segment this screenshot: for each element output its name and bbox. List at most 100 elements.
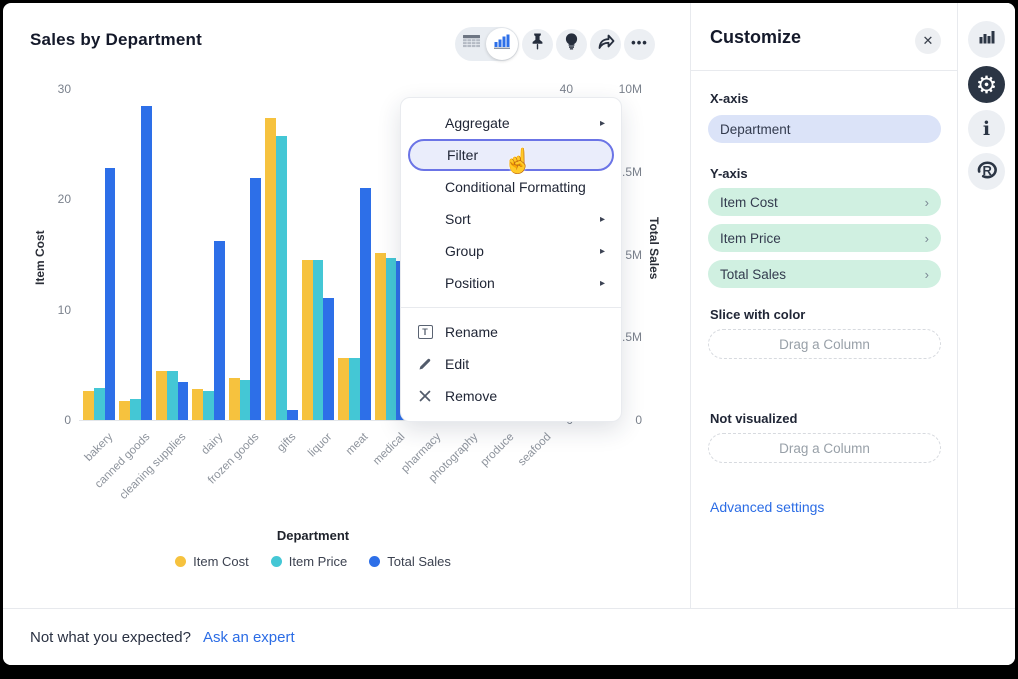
- legend-item-total-sales[interactable]: Total Sales: [369, 554, 451, 569]
- submenu-arrow-icon: ▸: [600, 118, 605, 129]
- bar-item-price-liquor[interactable]: [313, 260, 324, 420]
- pin-button[interactable]: [522, 29, 553, 60]
- chevron-right-icon: ›: [925, 267, 929, 282]
- bar-total-sales-cleaning-supplies[interactable]: [178, 382, 189, 420]
- bar-total-sales-bakery[interactable]: [105, 168, 116, 420]
- bar-item-price-gifts[interactable]: [276, 136, 287, 420]
- footer-question: Not what you expected?: [30, 629, 191, 646]
- chart-title: Sales by Department: [30, 30, 202, 50]
- right-icon-rail: ⚙ i R: [958, 3, 1015, 608]
- bar-total-sales-canned-goods[interactable]: [141, 106, 152, 420]
- bar-chart-icon: [979, 30, 995, 49]
- legend-label: Item Cost: [193, 554, 249, 569]
- bar-item-cost-cleaning-supplies[interactable]: [156, 371, 167, 420]
- slice-drop-zone[interactable]: Drag a Column: [708, 329, 941, 359]
- menu-item-edit[interactable]: Edit: [401, 348, 621, 380]
- right-axis-tick: 10M: [596, 82, 642, 96]
- slice-with-color-label: Slice with color: [710, 307, 805, 322]
- bar-total-sales-liquor[interactable]: [323, 298, 334, 420]
- chevron-right-icon: ›: [925, 195, 929, 210]
- bar-item-cost-frozen-goods[interactable]: [229, 378, 240, 420]
- bar-chart-icon: [494, 34, 511, 54]
- bar-total-sales-gifts[interactable]: [287, 410, 298, 420]
- bar-total-sales-frozen-goods[interactable]: [250, 178, 261, 420]
- customize-panel: Customize ✕ X-axis Department Y-axis Ite…: [691, 3, 957, 608]
- settings-rail-button[interactable]: ⚙: [968, 66, 1005, 103]
- svg-text:R: R: [982, 163, 992, 178]
- submenu-arrow-icon: ▸: [600, 278, 605, 289]
- edit-icon: [417, 356, 433, 372]
- share-arrow-icon: [597, 33, 615, 55]
- submenu-arrow-icon: ▸: [600, 214, 605, 225]
- chart-view-button[interactable]: [486, 28, 518, 60]
- menu-item-position[interactable]: Position▸: [401, 267, 621, 299]
- r-logo-icon: R: [976, 159, 998, 184]
- x-axis-title: Department: [163, 528, 463, 543]
- close-panel-button[interactable]: ✕: [915, 28, 941, 54]
- info-rail-button[interactable]: i: [968, 110, 1005, 147]
- legend-label: Item Price: [289, 554, 348, 569]
- insights-button[interactable]: [556, 29, 587, 60]
- app-window: Sales by Department: [3, 3, 1015, 665]
- table-icon: [463, 35, 480, 54]
- y-axis-field-item-price[interactable]: Item Price›: [708, 224, 941, 252]
- bar-total-sales-dairy[interactable]: [214, 241, 225, 420]
- bar-item-price-frozen-goods[interactable]: [240, 380, 251, 420]
- submenu-arrow-icon: ▸: [600, 246, 605, 257]
- y-axis-section-label: Y-axis: [710, 166, 748, 181]
- bar-item-cost-gifts[interactable]: [265, 118, 276, 420]
- table-view-button[interactable]: [455, 27, 487, 61]
- menu-item-group[interactable]: Group▸: [401, 235, 621, 267]
- legend-item-item-cost[interactable]: Item Cost: [175, 554, 249, 569]
- share-button[interactable]: [590, 29, 621, 60]
- bar-item-cost-liquor[interactable]: [302, 260, 313, 420]
- y-axis-field-total-sales[interactable]: Total Sales›: [708, 260, 941, 288]
- legend-item-item-price[interactable]: Item Price: [271, 554, 348, 569]
- menu-item-remove[interactable]: Remove: [401, 380, 621, 412]
- close-icon: ✕: [923, 33, 934, 49]
- bar-item-cost-canned-goods[interactable]: [119, 401, 130, 420]
- left-axis-tick: 20: [25, 192, 71, 206]
- panel-header-divider: [691, 70, 957, 71]
- bar-item-price-bakery[interactable]: [94, 388, 105, 420]
- bar-item-price-meat[interactable]: [349, 358, 360, 420]
- bar-item-price-cleaning-supplies[interactable]: [167, 371, 178, 420]
- legend-dot: [369, 556, 380, 567]
- menu-item-sort[interactable]: Sort▸: [401, 203, 621, 235]
- bar-item-cost-dairy[interactable]: [192, 389, 203, 420]
- chart-rail-button[interactable]: [968, 21, 1005, 58]
- not-visualized-label: Not visualized: [710, 411, 797, 426]
- left-axis-tick: 0: [25, 413, 71, 427]
- bar-item-price-medical[interactable]: [386, 258, 397, 420]
- bar-item-cost-meat[interactable]: [338, 358, 349, 420]
- right-axis-title: Total Sales: [647, 193, 661, 303]
- panel-title: Customize: [710, 27, 801, 48]
- ask-an-expert-link[interactable]: Ask an expert: [203, 629, 295, 646]
- more-options-button[interactable]: •••: [624, 29, 655, 60]
- r-logo-rail-button[interactable]: R: [968, 153, 1005, 190]
- x-axis-section-label: X-axis: [710, 91, 748, 106]
- menu-item-rename[interactable]: TRename: [401, 316, 621, 348]
- bar-item-cost-medical[interactable]: [375, 253, 386, 420]
- x-axis-field-department[interactable]: Department: [708, 115, 941, 143]
- advanced-settings-link[interactable]: Advanced settings: [710, 499, 824, 515]
- menu-item-aggregate[interactable]: Aggregate▸: [401, 107, 621, 139]
- chevron-right-icon: ›: [925, 231, 929, 246]
- lightbulb-icon: [564, 33, 579, 55]
- left-axis-tick: 10: [25, 303, 71, 317]
- legend-dot: [175, 556, 186, 567]
- view-toggle[interactable]: [455, 27, 519, 61]
- left-axis-tick: 30: [25, 82, 71, 96]
- bar-total-sales-meat[interactable]: [360, 188, 371, 420]
- bar-item-price-canned-goods[interactable]: [130, 399, 141, 420]
- remove-icon: [417, 388, 433, 404]
- chart-toolbar: •••: [455, 27, 655, 61]
- menu-divider: [401, 307, 621, 308]
- y-axis-field-item-cost[interactable]: Item Cost›: [708, 188, 941, 216]
- legend-label: Total Sales: [387, 554, 451, 569]
- not-visualized-drop-zone[interactable]: Drag a Column: [708, 433, 941, 463]
- rename-icon: T: [417, 324, 433, 340]
- gear-icon: ⚙: [976, 73, 998, 97]
- bar-item-price-dairy[interactable]: [203, 391, 214, 420]
- bar-item-cost-bakery[interactable]: [83, 391, 94, 420]
